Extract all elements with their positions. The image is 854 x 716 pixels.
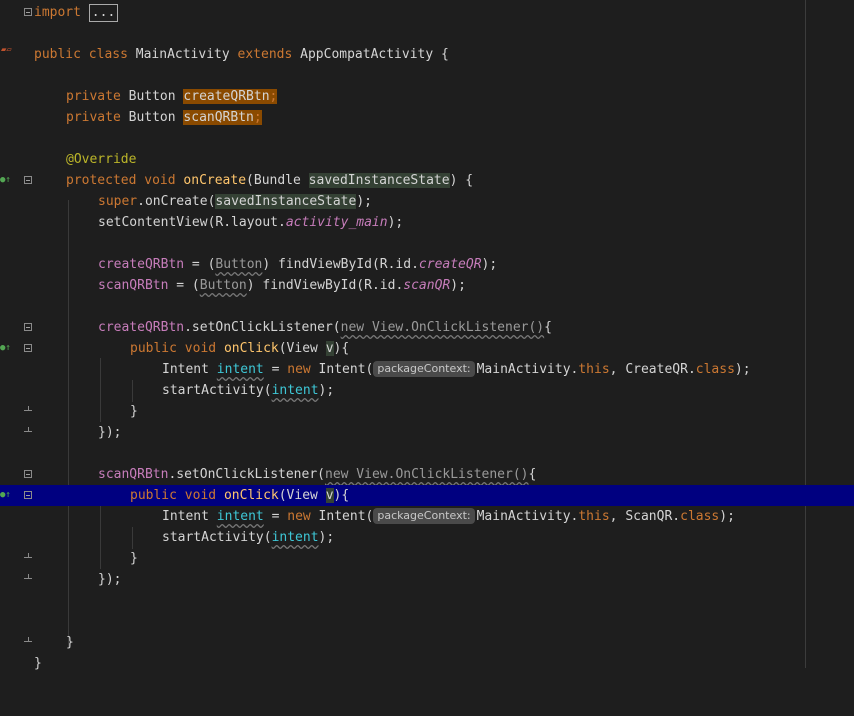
override-gutter-icon[interactable]: ●↑ — [0, 344, 11, 353]
code-line-start-create[interactable]: startActivity(intent); — [0, 380, 854, 401]
implements-icon[interactable]: ▰▱ — [1, 46, 12, 55]
code-line-field-create[interactable]: private Button createQRBtn; — [0, 86, 854, 107]
code-line-setcontentview[interactable]: setContentView(R.layout.activity_main); — [0, 212, 854, 233]
code-line-onclick-scan-caret[interactable]: ●↑ public void onClick(View v){ — [0, 485, 854, 506]
folded-imports[interactable]: ... — [88, 4, 119, 22]
code-line-close-onclick[interactable]: } — [0, 401, 854, 422]
code-line-oncreate[interactable]: ●↑ protected void onCreate(Bundle savedI… — [0, 170, 854, 191]
code-line-close-listener-2[interactable]: }); — [0, 569, 854, 590]
import-keyword: import — [34, 5, 81, 20]
override-gutter-icon[interactable]: ●↑ — [0, 176, 11, 185]
fold-toggle-icon[interactable] — [24, 491, 32, 499]
code-line-class[interactable]: ▰▱ public class MainActivity extends App… — [0, 44, 854, 65]
code-line-close-oncreate[interactable]: } — [0, 632, 854, 653]
parameter-hint: packageContext: — [373, 361, 475, 377]
code-line-annotation[interactable]: @Override — [0, 149, 854, 170]
code-line-find-scan[interactable]: scanQRBtn = (Button) findViewById(R.id.s… — [0, 275, 854, 296]
code-line-field-scan[interactable]: private Button scanQRBtn; — [0, 107, 854, 128]
parameter-hint: packageContext: — [373, 508, 475, 524]
code-line-listener-create[interactable]: createQRBtn.setOnClickListener(new View.… — [0, 317, 854, 338]
override-gutter-icon[interactable]: ●↑ — [0, 491, 11, 500]
code-line-find-create[interactable]: createQRBtn = (Button) findViewById(R.id… — [0, 254, 854, 275]
fold-toggle-icon[interactable] — [24, 470, 32, 478]
fold-toggle-icon[interactable] — [24, 8, 32, 16]
code-line-close-class[interactable]: } — [0, 653, 854, 674]
fold-end-icon[interactable] — [24, 637, 32, 647]
fold-end-icon[interactable] — [24, 427, 32, 437]
fold-toggle-icon[interactable] — [24, 176, 32, 184]
code-line-intent-create[interactable]: Intent intent = new Intent(packageContex… — [0, 359, 854, 380]
fold-toggle-icon[interactable] — [24, 344, 32, 352]
code-line-listener-scan[interactable]: scanQRBtn.setOnClickListener(new View.On… — [0, 464, 854, 485]
fold-end-icon[interactable] — [24, 574, 32, 584]
code-line-import[interactable]: import ... — [0, 2, 854, 23]
fold-end-icon[interactable] — [24, 406, 32, 416]
fold-toggle-icon[interactable] — [24, 323, 32, 331]
code-line-start-scan[interactable]: startActivity(intent); — [0, 527, 854, 548]
fold-end-icon[interactable] — [24, 553, 32, 563]
code-line-close-onclick-2[interactable]: } — [0, 548, 854, 569]
code-line-onclick-create[interactable]: ●↑ public void onClick(View v){ — [0, 338, 854, 359]
code-line-super[interactable]: super.onCreate(savedInstanceState); — [0, 191, 854, 212]
code-line-close-listener[interactable]: }); — [0, 422, 854, 443]
code-line-intent-scan[interactable]: Intent intent = new Intent(packageContex… — [0, 506, 854, 527]
